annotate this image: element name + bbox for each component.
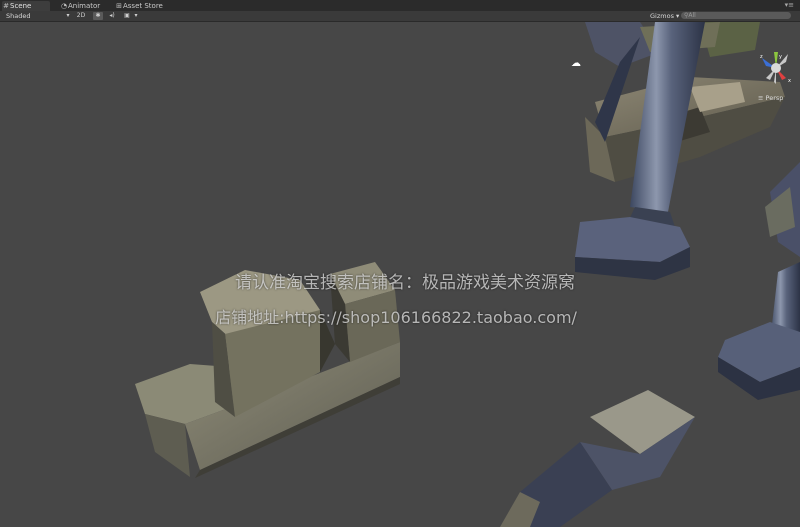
watermark-line-2: 店铺地址:https://shop106166822.taobao.com/ — [215, 308, 577, 327]
tab-label: Animator — [68, 2, 101, 10]
tab-scene[interactable]: #Scene — [2, 1, 50, 11]
tab-bar: #Scene ◔Animator ⊞Asset Store ▾≡ — [0, 0, 800, 11]
axis-gizmo-icon: y x z — [760, 52, 791, 84]
gizmos-dropdown-icon: ▾ — [676, 12, 680, 20]
stone-wall-block — [135, 262, 400, 478]
persp-lines-icon: ≡ — [758, 94, 764, 102]
cloud-icon: ☁ — [571, 58, 581, 69]
svg-text:z: z — [760, 54, 763, 60]
watermark-line-1: 请认准淘宝搜索店铺名：极品游戏美术资源窝 — [235, 273, 575, 293]
shading-mode-dropdown[interactable]: Shaded — [6, 11, 30, 21]
tab-animator[interactable]: ◔Animator — [60, 1, 114, 11]
effects-dropdown-icon[interactable]: ▾ — [133, 12, 139, 20]
animator-icon: ◔ — [60, 2, 68, 10]
svg-text:y: y — [779, 54, 782, 60]
tab-label: Asset Store — [123, 2, 163, 10]
tab-asset-store[interactable]: ⊞Asset Store — [115, 1, 179, 11]
unity-editor: #Scene ◔Animator ⊞Asset Store ▾≡ Shaded … — [0, 0, 800, 527]
stone-slab-bottom — [500, 390, 695, 527]
search-placeholder: All — [688, 12, 696, 19]
gizmos-dropdown[interactable]: Gizmos ▾ — [650, 11, 679, 21]
svg-text:x: x — [788, 78, 791, 84]
scene-toolbar: Shaded ▾ 2D ✱ ◂) ▣ ▾ Gizmos ▾ ⚲All — [0, 11, 800, 22]
audio-toggle-icon[interactable]: ◂) — [106, 12, 118, 20]
lighting-toggle-icon[interactable]: ✱ — [93, 12, 103, 20]
shading-dropdown-icon[interactable]: ▾ — [64, 12, 72, 20]
mode-2d-label: 2D — [76, 12, 86, 19]
projection-label[interactable]: ≡ Persp — [758, 94, 783, 102]
scene-search-input[interactable]: ⚲All — [681, 12, 791, 19]
gizmos-label: Gizmos — [650, 12, 674, 20]
store-icon: ⊞ — [116, 2, 122, 10]
panel-menu-icon[interactable]: ▾≡ — [785, 1, 794, 10]
ruin-right-edge — [765, 162, 800, 257]
scene-icon: # — [3, 2, 9, 10]
mode-2d-button[interactable]: 2D — [74, 12, 88, 20]
projection-text: Persp — [765, 94, 784, 102]
scene-viewport[interactable]: ☁ y x z ≡ Persp 请认准淘宝搜索店铺名：极品游戏美术资源窝 店铺地… — [0, 22, 800, 527]
shading-mode-value: Shaded — [6, 12, 31, 20]
tab-label: Scene — [10, 2, 32, 10]
effects-toggle-icon[interactable]: ▣ — [121, 12, 133, 20]
